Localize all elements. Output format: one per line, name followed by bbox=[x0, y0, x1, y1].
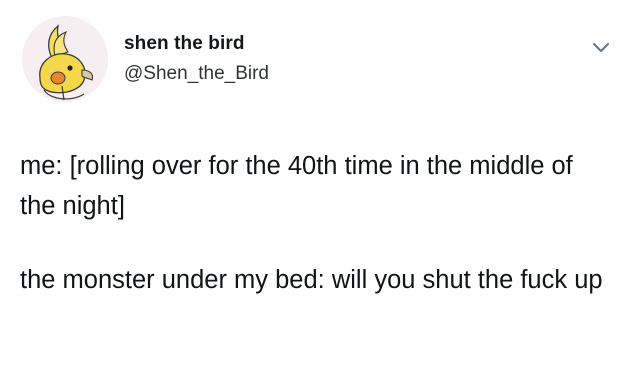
tweet-text-paragraph: the monster under my bed: will you shut … bbox=[20, 266, 603, 294]
tweet-text-paragraph: me: [rolling over for the 40th time in t… bbox=[20, 152, 573, 220]
user-handle[interactable]: @Shen_the_Bird bbox=[124, 63, 269, 85]
avatar[interactable] bbox=[22, 16, 108, 102]
chevron-down-icon bbox=[593, 43, 609, 52]
tweet-menu-button[interactable] bbox=[590, 38, 612, 56]
cockatiel-avatar-icon bbox=[22, 16, 108, 102]
display-name[interactable]: shen the bird bbox=[124, 33, 245, 55]
tweet-card: shen the bird @Shen_the_Bird me: [rollin… bbox=[0, 0, 621, 366]
